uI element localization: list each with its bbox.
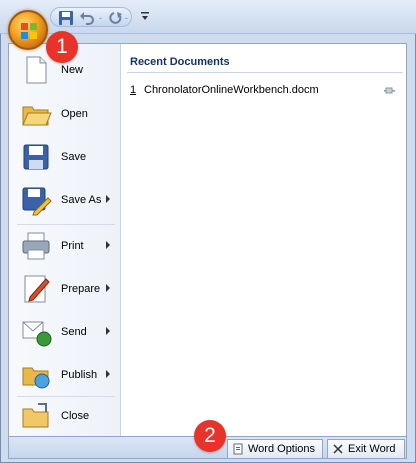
customize-dropdown-icon[interactable] (139, 9, 151, 23)
publish-label: Publish (61, 369, 98, 381)
undo-icon[interactable] (79, 10, 95, 26)
send-label: Send (61, 326, 87, 338)
pin-icon[interactable] (382, 85, 396, 97)
office-button[interactable] (8, 10, 48, 50)
callout-2: 2 (194, 420, 226, 452)
prepare-submenu-arrow (106, 284, 110, 292)
open-command[interactable]: Open (9, 94, 120, 134)
send-command[interactable]: Send (9, 312, 120, 352)
office-menu: New Open Save Save As Print Prepare Send… (8, 43, 407, 437)
recent-documents-pane: Recent Documents 1 ChronolatorOnlineWork… (122, 44, 406, 436)
prepare-icon (24, 275, 50, 303)
save-as-icon (22, 187, 52, 216)
exit-word-label: Exit Word (348, 443, 396, 455)
publish-command[interactable]: Publish (9, 355, 120, 395)
undo-separator: - (99, 13, 102, 23)
recent-document-name: ChronolatorOnlineWorkbench.docm (144, 84, 319, 96)
save-label: Save (61, 151, 87, 163)
close-x-icon (333, 444, 343, 454)
close-folder-icon (22, 403, 49, 428)
redo-separator: - (125, 13, 128, 23)
open-label: Open (61, 108, 88, 120)
prepare-command[interactable]: Prepare (9, 269, 120, 309)
send-icon (22, 321, 52, 347)
word-options-button[interactable]: Word Options (227, 439, 323, 459)
print-command[interactable]: Print (9, 226, 120, 266)
close-command[interactable]: Close (9, 396, 120, 436)
recent-document-item[interactable]: 1 ChronolatorOnlineWorkbench.docm (130, 84, 402, 100)
save-command[interactable]: Save (9, 137, 120, 177)
publish-icon (22, 367, 50, 389)
recent-document-number: 1 (130, 84, 137, 96)
open-folder-icon (22, 106, 52, 126)
printer-icon (22, 232, 50, 260)
word-options-label: Word Options (248, 443, 316, 455)
recent-documents-header: Recent Documents (130, 56, 230, 68)
exit-word-button[interactable]: Exit Word (327, 439, 405, 459)
command-separator (17, 224, 115, 225)
prepare-label: Prepare (61, 283, 101, 295)
save-as-label: Save As (61, 194, 102, 206)
save-as-command[interactable]: Save As (9, 180, 120, 220)
office-logo-icon (21, 23, 37, 39)
save-icon[interactable] (58, 10, 74, 26)
recent-documents-divider (127, 72, 403, 73)
publish-submenu-arrow (106, 370, 110, 378)
document-options-icon (233, 443, 243, 455)
redo-icon[interactable] (108, 10, 124, 26)
save-as-submenu-arrow (106, 195, 110, 203)
new-label: New (61, 64, 84, 76)
new-document-icon (26, 56, 47, 84)
command-list: New Open Save Save As Print Prepare Send… (9, 44, 121, 436)
close-label: Close (61, 410, 90, 422)
quick-access-toolbar: - - (0, 0, 416, 34)
print-submenu-arrow (106, 241, 110, 249)
send-submenu-arrow (106, 327, 110, 335)
save-floppy-icon (23, 144, 49, 170)
print-label: Print (61, 240, 84, 252)
callout-1: 1 (46, 31, 78, 63)
